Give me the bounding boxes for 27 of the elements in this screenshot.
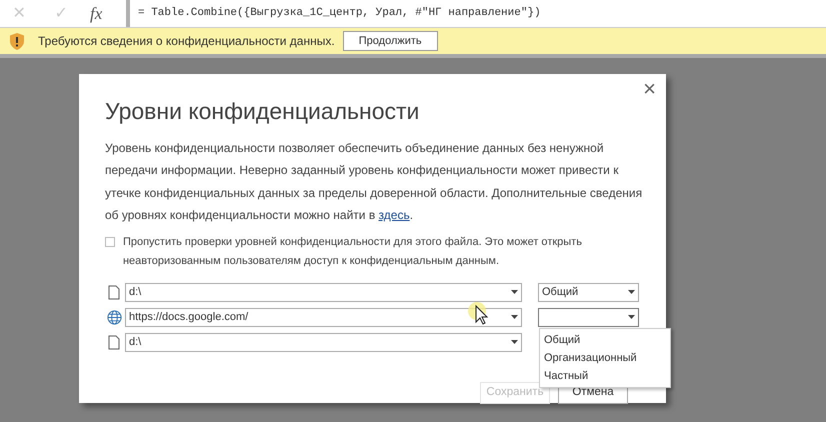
file-icon <box>108 284 120 300</box>
globe-icon <box>106 310 122 324</box>
caret-icon <box>628 290 635 294</box>
caret-icon <box>511 340 518 344</box>
privacy-level-dropdown[interactable] <box>538 308 639 326</box>
file-icon <box>108 334 120 350</box>
dropdown-option[interactable]: Частный <box>540 366 670 384</box>
warning-shield-icon <box>10 32 24 50</box>
dropdown-option[interactable]: Общий <box>540 330 670 348</box>
formula-text[interactable]: = Table.Combine({Выгрузка_1С_центр, Урал, #"НГ направление"}) <box>138 5 541 22</box>
caret-icon <box>511 315 518 319</box>
dialog-title: Уровни конфиденциальности <box>105 97 420 126</box>
source-dropdown[interactable]: d:\ <box>125 332 522 352</box>
close-button[interactable]: × <box>643 78 656 100</box>
checkbox[interactable] <box>105 236 115 246</box>
warning-message: Требуются сведения о конфиденциальности данных. <box>38 33 335 50</box>
caret-icon <box>628 315 635 319</box>
source-dropdown[interactable]: d:\ <box>125 282 522 302</box>
caret-icon <box>511 290 518 294</box>
source-dropdown[interactable]: https://docs.google.com/ <box>125 308 522 326</box>
description-text: Уровень конфиденциальности позволяет обеспечить объединение данных без ненужной передачи информации. Неверно заданный уровень конфиденциальности может привести к утечке конфиденциальных данных за пределы доверенной области. Дополнительные сведения об уровнях конфиденциальности можно найти в здесь. <box>105 140 644 224</box>
continue-button[interactable]: Продолжить <box>342 31 438 51</box>
dropdown-option[interactable]: Организационный <box>540 348 670 366</box>
privacy-level-dropdown[interactable]: Общий <box>538 282 639 302</box>
function-button[interactable]: fx <box>90 0 110 26</box>
help-link[interactable]: здесь <box>378 208 410 222</box>
checkbox-label[interactable]: Пропустить проверки уровней конфиденциальности для этого файла. Это может открыть неавторизованным пользователям доступ к конфиденциальным данным. <box>122 232 640 270</box>
